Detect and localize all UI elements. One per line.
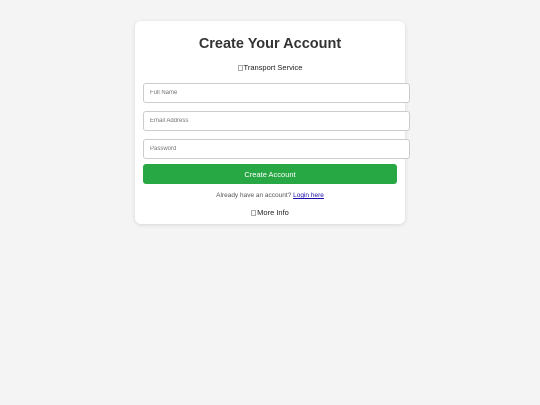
- page-title: Create Your Account: [198, 36, 342, 52]
- login-prompt-text: Already have an account?: [216, 192, 292, 199]
- broken-image-icon: [237, 65, 243, 71]
- more-info-image: More Info: [135, 208, 405, 217]
- more-info-alt-text: More Info: [257, 208, 289, 217]
- broken-image-icon: [251, 210, 257, 216]
- login-link[interactable]: Login here: [293, 192, 324, 199]
- signup-card: Create Your Account Transport Service Cr…: [135, 21, 410, 224]
- transport-service-image: Transport Service: [135, 63, 405, 72]
- full-name-field[interactable]: [143, 83, 410, 103]
- email-field[interactable]: [143, 111, 410, 131]
- transport-service-alt-text: Transport Service: [243, 63, 303, 72]
- login-prompt: Already have an account? Login here: [135, 192, 405, 199]
- create-account-button[interactable]: Create Account: [143, 164, 397, 184]
- password-field[interactable]: [143, 139, 410, 159]
